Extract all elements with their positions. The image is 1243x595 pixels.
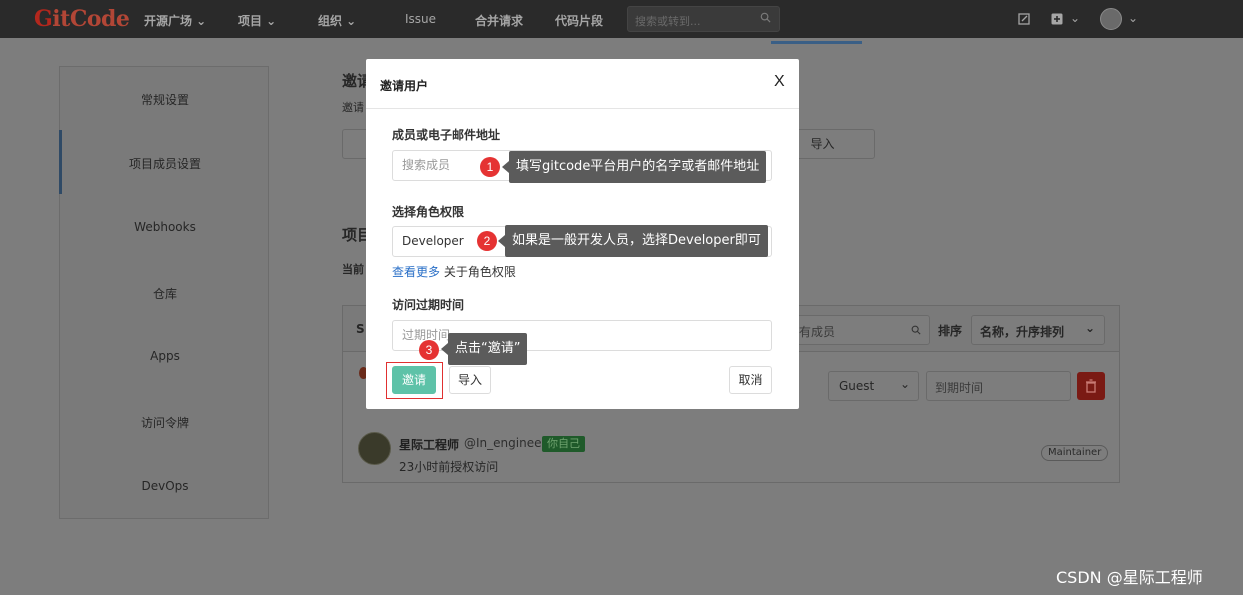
current-members-text: 当前: [342, 263, 364, 276]
sidebar-item-apps[interactable]: Apps: [60, 349, 270, 363]
role-select[interactable]: Guest ⌄: [828, 371, 919, 401]
edit-icon[interactable]: [1018, 13, 1030, 25]
remove-member-button[interactable]: [1077, 372, 1105, 400]
sidebar-item-repository[interactable]: 仓库: [60, 285, 270, 302]
member-field-label: 成员或电子邮件地址: [392, 128, 501, 142]
sidebar-item-members[interactable]: 项目成员设置: [60, 155, 270, 172]
role-field-label: 选择角色权限: [392, 205, 465, 219]
sidebar-item-general[interactable]: 常规设置: [60, 91, 270, 108]
nav-issue[interactable]: Issue: [405, 12, 436, 26]
top-navbar: GitCode 开源广场 ⌄ 项目 ⌄ 组织 ⌄ Issue 合并请求 代码片段…: [0, 0, 1243, 38]
step-1-marker: 1: [480, 157, 500, 177]
sidebar-item-webhooks[interactable]: Webhooks: [60, 220, 270, 234]
modal-header: 邀请用户 X: [366, 59, 799, 109]
self-badge: 你自己: [542, 436, 585, 452]
nav-projects[interactable]: 项目 ⌄: [238, 12, 276, 29]
user-avatar[interactable]: [1100, 8, 1122, 30]
member-avatar: [358, 432, 391, 465]
invite-button-highlight: [386, 362, 443, 399]
step-2-tooltip: 如果是一般开发人员，选择Developer即可: [498, 225, 768, 257]
step-3-marker: 3: [419, 340, 439, 360]
member-handle: @In_engineer: [464, 436, 547, 450]
sidebar-item-access-tokens[interactable]: 访问令牌: [60, 414, 270, 431]
sidebar-active-indicator: [59, 130, 62, 194]
active-tab-indicator: [771, 41, 862, 44]
sort-select[interactable]: 名称，升序排列 ⌄: [971, 315, 1105, 345]
chevron-down-icon[interactable]: ⌄: [1128, 11, 1138, 25]
sort-label: 排序: [938, 324, 963, 338]
role-more-info: 查看更多 关于角色权限: [392, 265, 516, 279]
chevron-down-icon[interactable]: ⌄: [1070, 11, 1080, 25]
nav-orgs[interactable]: 组织 ⌄: [318, 12, 356, 29]
settings-sidebar: 常规设置 项目成员设置 Webhooks 仓库 Apps 访问令牌 DevOps: [59, 66, 269, 519]
member-name[interactable]: 星际工程师: [399, 436, 459, 453]
search-icon: [760, 12, 771, 23]
see-more-link[interactable]: 查看更多: [392, 265, 440, 279]
cancel-button[interactable]: 取消: [729, 366, 772, 394]
expire-date-input[interactable]: 到期时间: [926, 371, 1071, 401]
modal-title: 邀请用户: [380, 79, 429, 93]
step-2-marker: 2: [477, 231, 497, 251]
trash-icon: [1086, 379, 1096, 393]
search-icon: [911, 325, 921, 335]
plus-icon[interactable]: [1051, 13, 1063, 25]
chevron-down-icon: ⌄: [899, 377, 910, 391]
nav-open-source[interactable]: 开源广场 ⌄: [144, 12, 206, 29]
close-icon[interactable]: X: [774, 73, 785, 91]
chevron-down-icon: ⌄: [1084, 321, 1095, 335]
panel-header-text: S: [356, 322, 365, 336]
expire-field-label: 访问过期时间: [392, 298, 465, 312]
step-1-tooltip: 填写gitcode平台用户的名字或者邮件地址: [501, 151, 767, 183]
sidebar-item-devops[interactable]: DevOps: [60, 479, 270, 493]
import-button[interactable]: 导入: [449, 366, 491, 394]
csdn-watermark: CSDN @星际工程师: [1056, 568, 1203, 587]
role-badge: Maintainer: [1041, 445, 1109, 461]
nav-search-input[interactable]: 搜索或转到...: [627, 6, 780, 32]
nav-snippets[interactable]: 代码片段: [555, 12, 603, 29]
step-3-tooltip: 点击“邀请”: [440, 333, 528, 365]
gitcode-logo[interactable]: GitCode: [34, 6, 130, 32]
invite-subtext: 邀请: [342, 101, 364, 114]
search-members-input[interactable]: 有成员: [790, 315, 930, 345]
nav-merge-requests[interactable]: 合并请求: [475, 12, 523, 29]
member-access-time: 23小时前授权访问: [399, 460, 499, 474]
